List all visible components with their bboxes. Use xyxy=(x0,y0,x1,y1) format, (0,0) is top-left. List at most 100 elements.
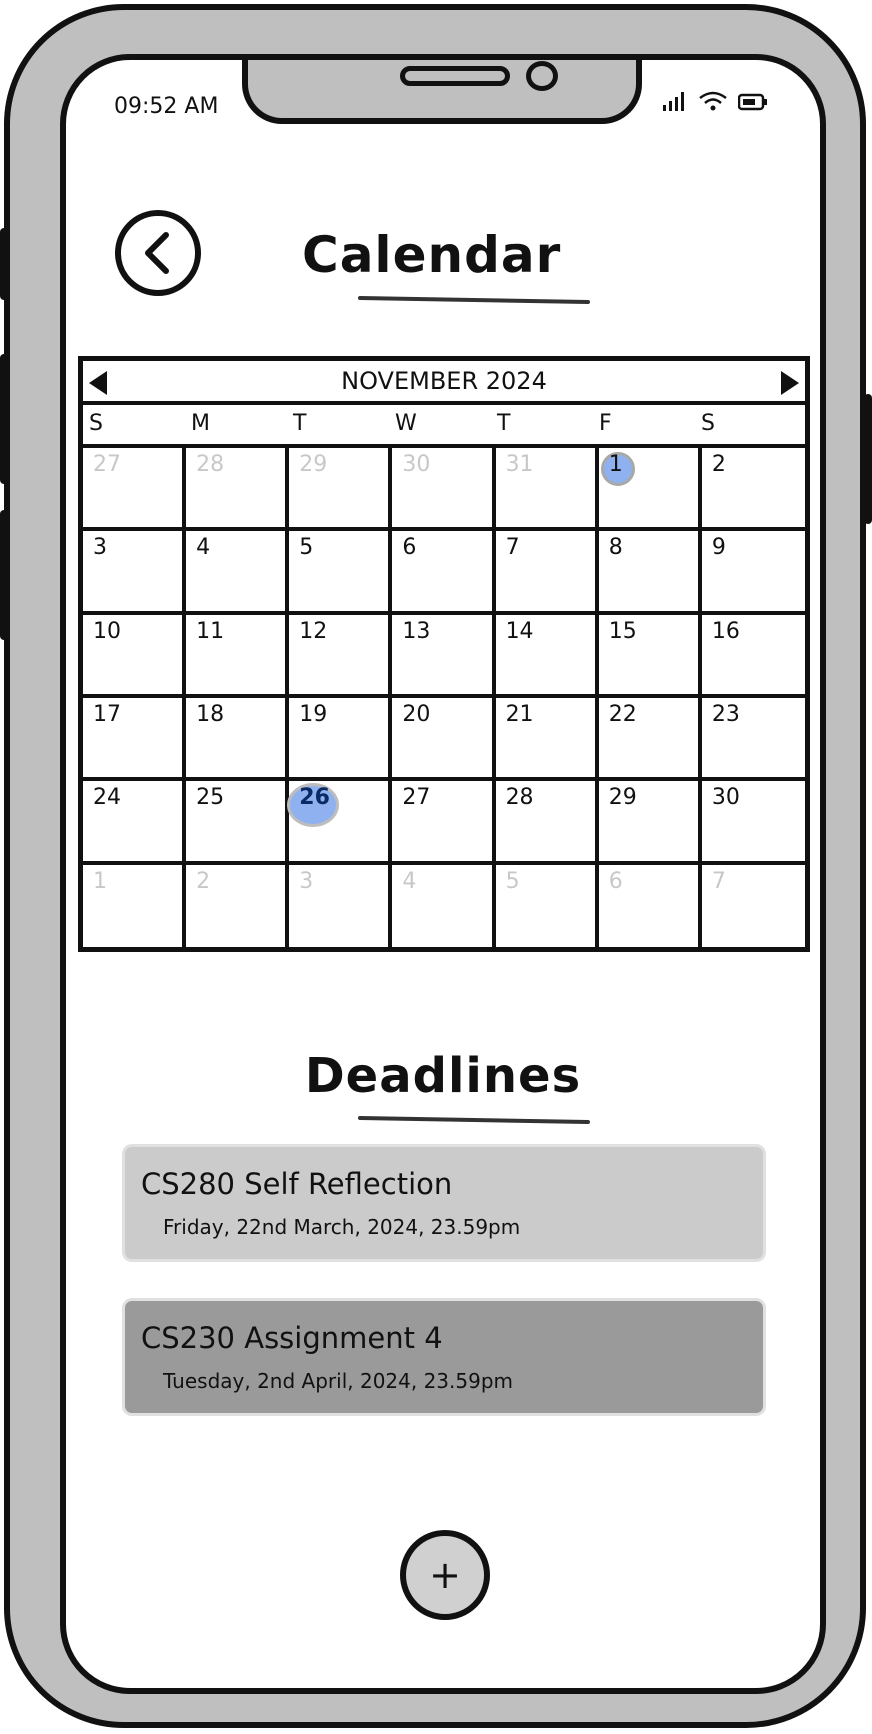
phone-screen: 09:52 AM Calendar NOVEMBER 2024 S M T W … xyxy=(60,54,826,1694)
calendar-day[interactable]: 27 xyxy=(83,448,187,532)
deadline-card[interactable]: CS230 Assignment 4 Tuesday, 2nd April, 2… xyxy=(122,1298,766,1416)
signal-icon xyxy=(663,92,684,111)
side-button-power xyxy=(864,394,872,524)
calendar-day[interactable]: 11 xyxy=(186,614,290,698)
day-number: 12 xyxy=(299,618,328,644)
day-number: 23 xyxy=(711,702,740,727)
calendar-day[interactable]: 30 xyxy=(392,448,496,532)
calendar-day[interactable]: 9 xyxy=(701,531,805,615)
month-label: NOVEMBER 2024 xyxy=(341,367,547,395)
day-number: 1 xyxy=(608,452,623,477)
day-number: 4 xyxy=(196,535,211,561)
status-icons xyxy=(662,90,768,112)
day-number: 2 xyxy=(711,452,726,477)
side-button-volume-down xyxy=(0,510,8,640)
status-time: 09:52 AM xyxy=(114,94,219,119)
deadlines-underline xyxy=(357,1115,591,1125)
day-number: 18 xyxy=(196,702,225,727)
calendar-day[interactable]: 30 xyxy=(701,781,805,865)
title-underline xyxy=(357,295,591,305)
day-number: 27 xyxy=(402,785,431,811)
back-button[interactable] xyxy=(115,210,201,296)
calendar-day-selected[interactable]: 26 xyxy=(287,781,393,865)
calendar-day[interactable]: 8 xyxy=(598,531,702,615)
calendar-day[interactable]: 31 xyxy=(495,448,599,532)
calendar: NOVEMBER 2024 S M T W T F S 27 28 29 30 31 1 2… xyxy=(78,356,810,952)
day-number: 7 xyxy=(711,868,726,894)
day-number: 7 xyxy=(505,535,520,561)
add-deadline-button[interactable]: + xyxy=(400,1530,490,1620)
day-number: 16 xyxy=(711,618,740,644)
day-number: 8 xyxy=(608,535,623,561)
calendar-day[interactable]: 25 xyxy=(186,781,290,865)
deadline-name: CS280 Self Reflection xyxy=(141,1167,453,1201)
weekday-label: T xyxy=(293,411,307,436)
calendar-grid: 27 28 29 30 31 1 2 3 4 5 6 7 8 9 10 11 12 13 14 15 16 17 18 19 2… xyxy=(83,448,805,948)
calendar-day[interactable]: 22 xyxy=(598,698,702,782)
calendar-day[interactable]: 14 xyxy=(495,614,599,698)
day-number: 1 xyxy=(93,868,107,894)
calendar-day[interactable]: 16 xyxy=(701,615,805,698)
side-button-volume-up xyxy=(0,354,8,484)
day-number: 13 xyxy=(402,618,431,644)
calendar-day[interactable]: 7 xyxy=(702,865,805,948)
calendar-day[interactable]: 29 xyxy=(289,448,393,532)
calendar-day[interactable]: 13 xyxy=(392,614,496,698)
calendar-day[interactable]: 3 xyxy=(83,531,187,615)
calendar-day[interactable]: 1 xyxy=(83,864,187,948)
next-month-arrow-icon[interactable] xyxy=(781,371,799,395)
day-number: 25 xyxy=(196,785,225,811)
day-number: 4 xyxy=(402,868,417,894)
calendar-day[interactable]: 24 xyxy=(83,781,187,865)
calendar-day[interactable]: 3 xyxy=(289,864,393,948)
day-number: 21 xyxy=(505,702,534,727)
calendar-day[interactable]: 21 xyxy=(495,698,599,782)
calendar-day[interactable]: 20 xyxy=(392,698,496,782)
calendar-day[interactable]: 5 xyxy=(496,864,599,948)
day-number: 11 xyxy=(196,618,225,644)
day-number: 29 xyxy=(299,452,328,477)
calendar-day[interactable]: 4 xyxy=(392,864,496,948)
calendar-day[interactable]: 7 xyxy=(495,531,599,615)
calendar-day[interactable]: 27 xyxy=(392,781,496,865)
deadlines-title: Deadlines xyxy=(304,1048,582,1104)
day-number: 28 xyxy=(196,452,225,477)
day-number: 3 xyxy=(93,535,107,561)
deadline-card[interactable]: CS280 Self Reflection Friday, 22nd March… xyxy=(122,1144,766,1262)
calendar-day[interactable]: 4 xyxy=(186,531,290,615)
deadline-due: Tuesday, 2nd April, 2024, 23.59pm xyxy=(163,1369,514,1393)
day-number: 17 xyxy=(93,702,121,727)
day-number: 30 xyxy=(711,785,740,811)
calendar-day[interactable]: 17 xyxy=(83,698,187,782)
day-number: 26 xyxy=(299,785,330,811)
day-number: 19 xyxy=(299,702,328,727)
calendar-day[interactable]: 12 xyxy=(289,614,393,698)
calendar-day[interactable]: 5 xyxy=(289,531,393,615)
calendar-day[interactable]: 29 xyxy=(598,781,702,865)
plus-icon: + xyxy=(429,1553,461,1597)
weekday-label: M xyxy=(191,411,210,436)
calendar-day[interactable]: 6 xyxy=(599,864,702,948)
deadline-due: Friday, 22nd March, 2024, 23.59pm xyxy=(163,1215,521,1239)
day-number: 30 xyxy=(402,452,431,477)
calendar-day[interactable]: 10 xyxy=(83,614,187,698)
calendar-day[interactable]: 2 xyxy=(186,864,290,948)
calendar-day[interactable]: 18 xyxy=(186,698,290,782)
day-number: 29 xyxy=(608,785,637,811)
battery-icon xyxy=(738,93,767,111)
calendar-day[interactable]: 2 xyxy=(701,448,805,532)
calendar-day[interactable]: 15 xyxy=(598,614,702,698)
day-number: 24 xyxy=(93,785,121,811)
calendar-day[interactable]: 19 xyxy=(289,698,393,782)
calendar-day[interactable]: 6 xyxy=(392,531,496,615)
day-number: 22 xyxy=(608,702,637,727)
calendar-day[interactable]: 28 xyxy=(495,781,599,865)
day-number: 5 xyxy=(505,868,520,894)
calendar-day[interactable]: 23 xyxy=(701,698,805,782)
calendar-day-marked[interactable]: 1 xyxy=(598,448,702,532)
calendar-day[interactable]: 28 xyxy=(186,448,290,532)
calendar-header: NOVEMBER 2024 xyxy=(83,361,805,405)
weekday-label: F xyxy=(599,411,612,436)
side-button-mute xyxy=(0,228,8,300)
day-number: 2 xyxy=(196,868,211,894)
